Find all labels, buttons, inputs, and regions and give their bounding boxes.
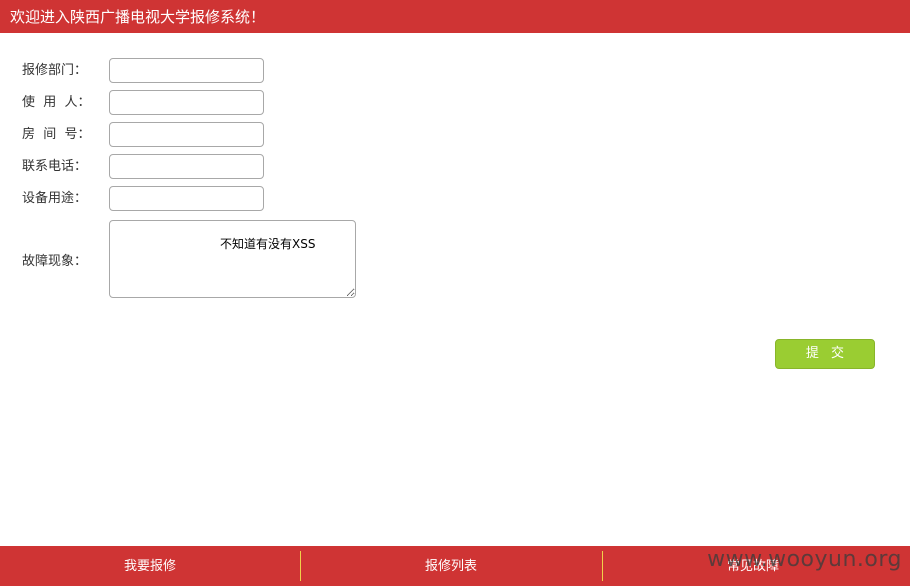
page-header: 欢迎进入陕西广播电视大学报修系统！ [0, 0, 910, 33]
watermark-text: www.wooyun.org [707, 547, 902, 572]
room-input[interactable] [109, 122, 264, 147]
tab-report-repair[interactable]: 我要报修 [0, 546, 300, 586]
room-label: 房 间 号： [22, 127, 91, 142]
fault-description-textarea[interactable]: 不知道有没有XSS [109, 220, 356, 298]
user-label: 使 用 人： [22, 95, 91, 110]
user-input[interactable] [109, 90, 264, 115]
purpose-label: 设备用途： [22, 191, 88, 206]
fault-label: 故障现象： [22, 254, 88, 269]
department-input[interactable] [109, 58, 264, 83]
phone-label: 联系电话： [22, 159, 88, 174]
submit-button[interactable]: 提 交 [775, 339, 875, 369]
department-label: 报修部门： [22, 63, 88, 78]
page-title: 欢迎进入陕西广播电视大学报修系统！ [10, 8, 266, 26]
phone-input[interactable] [109, 154, 264, 179]
tab-repair-list[interactable]: 报修列表 [301, 546, 601, 586]
purpose-input[interactable] [109, 186, 264, 211]
